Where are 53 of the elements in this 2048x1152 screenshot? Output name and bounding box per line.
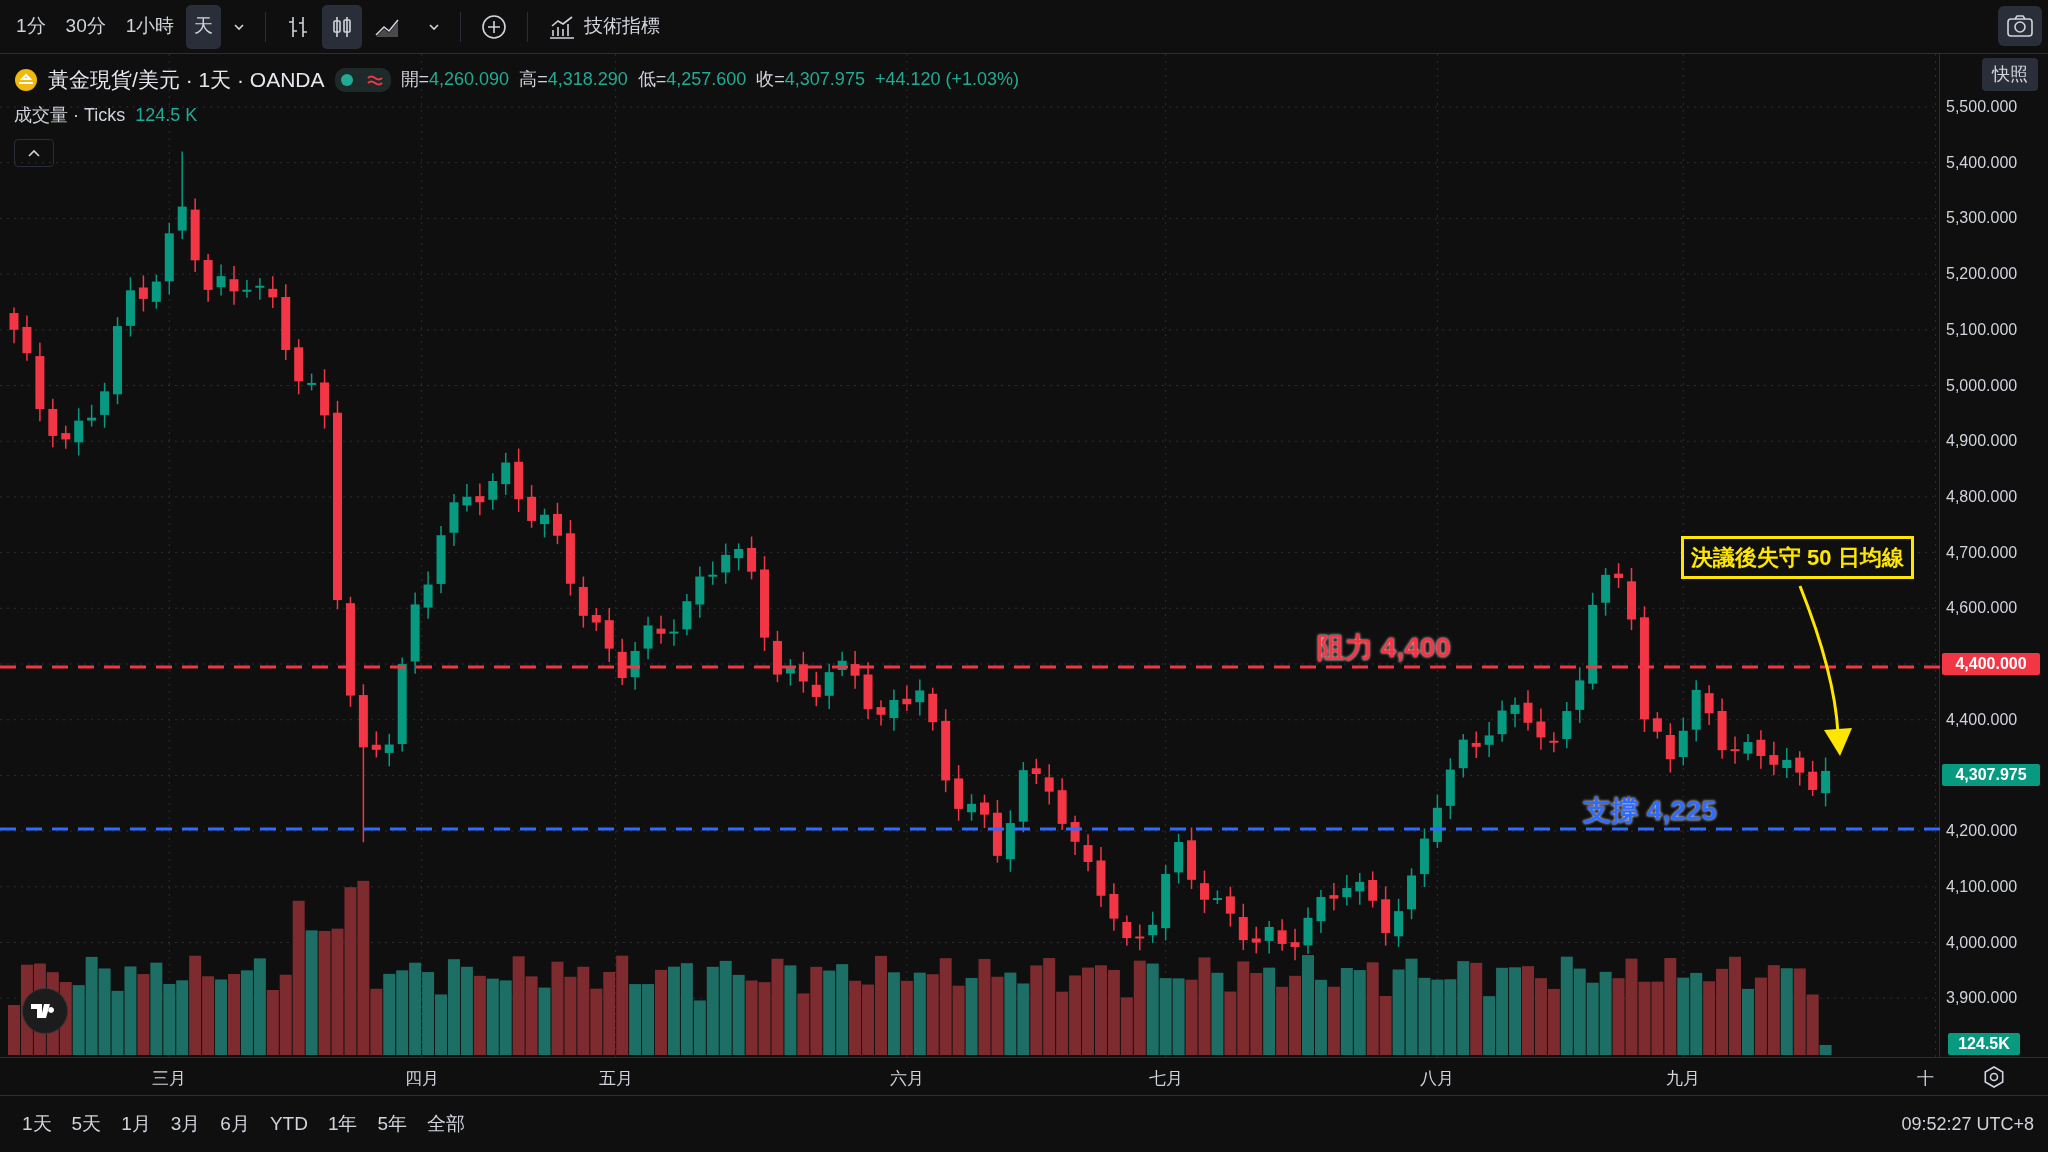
symbol-title: 黃金現貨/美元 · 1天 · OANDA (48, 67, 325, 93)
time-label: 六月 (889, 1068, 924, 1090)
price-label: 4,600.000 (1946, 598, 2018, 619)
range-button[interactable]: 全部 (419, 1105, 474, 1143)
interval-button[interactable]: 1分 (8, 4, 54, 49)
level-label: 阻力 4,400 (1317, 631, 1451, 665)
range-button[interactable]: 5年 (369, 1105, 416, 1143)
level-label: 支撐 4,225 (1583, 794, 1717, 828)
tooltip: 快照 (1982, 58, 2038, 91)
price-label: 4,200.000 (1946, 821, 2018, 842)
price-label: 5,500.000 (1946, 97, 2018, 117)
range-button[interactable]: 1天 (14, 1105, 60, 1143)
range-button[interactable]: 6月 (212, 1105, 258, 1143)
ohlc-value: 高=4,318.290 (519, 68, 628, 92)
interval-button[interactable]: 1小時 (117, 4, 183, 49)
time-label: 三月 (152, 1068, 187, 1090)
range-button[interactable]: 3月 (162, 1105, 209, 1143)
range-button[interactable]: 1年 (319, 1105, 366, 1143)
interval-button[interactable]: 30分 (57, 4, 114, 49)
callout-label: 決議後失守 50 日均線 (1681, 536, 1914, 579)
time-label: 八月 (1420, 1068, 1455, 1090)
price-label: 5,000.000 (1946, 375, 2018, 396)
indicators-button[interactable]: 技術指標 (540, 4, 669, 49)
price-label: 4,400.000 (1946, 709, 2018, 730)
volume-value: 124.5 K (135, 103, 198, 127)
price-label: 4,700.000 (1946, 542, 2018, 563)
price-marker: 4,400.000 (1942, 653, 2040, 675)
price-label: 3,900.000 (1946, 988, 2018, 1009)
interval-button[interactable]: 天 (186, 4, 222, 49)
ohlc-value: 收=4,307.975 (756, 68, 865, 92)
price-label: 5,400.000 (1946, 152, 2018, 173)
price-label: 4,100.000 (1946, 876, 2018, 897)
time-label: 九月 (1666, 1068, 1701, 1090)
time-label: 十 (1916, 1068, 1934, 1090)
time-label: 七月 (1148, 1068, 1183, 1090)
price-label: 4,900.000 (1946, 431, 2018, 452)
range-button[interactable]: YTD (261, 1105, 316, 1143)
price-label: 4,000.000 (1946, 932, 2018, 953)
range-button[interactable]: 5天 (63, 1105, 110, 1143)
price-label: 5,200.000 (1946, 264, 2018, 285)
price-change: +44.120 (+1.03%) (874, 68, 1019, 92)
range-button[interactable]: 1月 (113, 1105, 159, 1143)
time-label: 五月 (598, 1068, 633, 1090)
price-label: 4,800.000 (1946, 486, 2018, 507)
price-marker: 4,307.975 (1942, 764, 2040, 787)
ohlc-value: 開=4,260.090 (400, 68, 510, 92)
price-label: 5,300.000 (1946, 208, 2018, 229)
time-label: 四月 (404, 1068, 439, 1090)
clock-label: 09:52:27 UTC+8 (1901, 1112, 2034, 1136)
volume-marker: 124.5K (1948, 1033, 2020, 1055)
price-label: 5,100.000 (1946, 319, 2018, 340)
ohlc-value: 低=4,257.600 (637, 68, 747, 92)
volume-label: 成交量 · Ticks (14, 103, 126, 127)
